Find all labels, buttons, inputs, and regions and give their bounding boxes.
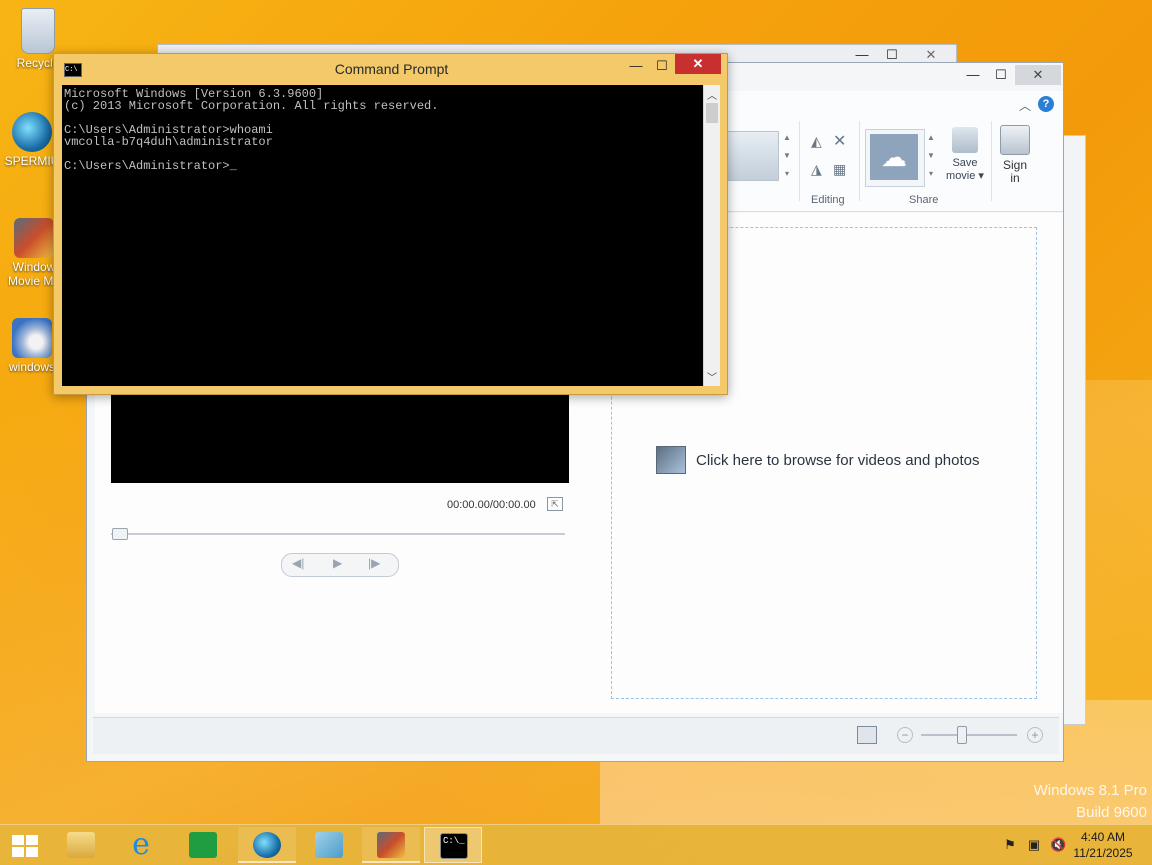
next-frame-button[interactable]: |▶ [368, 556, 380, 570]
help-icon[interactable]: ? [1038, 96, 1054, 112]
editing-group-label: Editing [811, 194, 845, 206]
minimize-button[interactable]: — [622, 56, 650, 76]
share-scroll[interactable]: ▲ ▼ ▾ [925, 129, 937, 183]
share-group-label: Share [909, 194, 939, 206]
time-display: 00:00.00/00:00.00 [447, 499, 536, 511]
taskbar-internet-explorer[interactable]: e [112, 827, 170, 863]
trim-icon[interactable]: ◮ [811, 161, 822, 178]
status-bar: − + [93, 717, 1059, 754]
save-movie-icon [952, 127, 978, 153]
system-clock[interactable]: 4:40 AM 11/21/2025 [1068, 829, 1138, 861]
recycle-bin-icon [21, 8, 55, 54]
user-icon [1000, 125, 1030, 155]
volume-muted-icon[interactable]: 🔇 [1050, 837, 1066, 853]
play-button[interactable]: ▶ [333, 556, 342, 570]
windows-watermark: Windows 8.1 Pro Build 9600 [1034, 780, 1147, 824]
internet-explorer-icon: e [132, 827, 150, 862]
zoom-out-icon[interactable]: − [897, 727, 913, 743]
sign-in-label2: in [1010, 171, 1020, 185]
movie-maker-icon [377, 832, 405, 858]
seek-bar[interactable] [111, 533, 565, 535]
save-movie-label: Save [952, 157, 978, 169]
title-bar[interactable]: C:\ Command Prompt — ☐ ✕ [54, 54, 727, 84]
taskbar: e C:\_ ⚑ ▣ 🔇 4:40 AM 11/21/2025 [0, 824, 1152, 865]
theme-thumbnail[interactable] [727, 131, 779, 181]
zoom-thumb[interactable] [957, 726, 967, 744]
rotate-left-icon[interactable]: ◭ [811, 133, 822, 150]
playback-controls: ◀| ▶ |▶ [281, 553, 399, 577]
spermiu-app-icon [253, 832, 281, 858]
cloud-icon: ☁ [870, 134, 918, 180]
clock-time: 4:40 AM [1080, 830, 1126, 844]
maximize-button[interactable]: ☐ [648, 56, 676, 76]
video-preview [111, 393, 569, 483]
theme-scroll[interactable]: ▲ ▼ ▾ [781, 129, 793, 183]
save-movie-button[interactable]: Save movie ▾ [945, 127, 985, 183]
seek-thumb[interactable] [112, 528, 128, 540]
browse-prompt[interactable]: Click here to browse for videos and phot… [696, 452, 979, 469]
sign-in-button[interactable]: Sign in [995, 125, 1035, 185]
select-all-icon[interactable]: ▦ [833, 161, 846, 178]
fullscreen-icon[interactable]: ⇱ [547, 497, 563, 511]
scroll-thumb[interactable] [706, 103, 718, 123]
storyboard-view-icon[interactable] [857, 726, 877, 744]
network-icon[interactable]: ▣ [1026, 837, 1042, 853]
windows-logo-icon [12, 835, 38, 857]
taskbar-file-explorer[interactable] [52, 827, 110, 863]
store-icon [189, 832, 217, 858]
cmd-app-icon: C:\_ [440, 833, 468, 859]
console-line: vmcolla-b7q4duh\administrator [64, 135, 273, 149]
previous-frame-button[interactable]: ◀| [292, 556, 304, 570]
taskbar-spermiu[interactable] [238, 827, 296, 863]
film-photo-icon [656, 446, 686, 474]
folder-icon [67, 832, 95, 858]
console-output[interactable]: Microsoft Windows [Version 6.3.9600] (c)… [62, 85, 703, 386]
watermark-edition: Windows 8.1 Pro [1033, 782, 1147, 799]
onedrive-share-button[interactable]: ☁ [865, 129, 925, 187]
scroll-up-arrow[interactable]: ︿ [704, 87, 720, 102]
console-line: (c) 2013 Microsoft Corporation. All righ… [64, 99, 439, 113]
watermark-build: Build 9600 [1076, 804, 1147, 821]
scroll-down-arrow[interactable]: ﹀ [704, 369, 720, 384]
minimize-button[interactable]: — [959, 65, 987, 85]
taskbar-command-prompt[interactable]: C:\_ [424, 827, 482, 863]
movie-maker-icon [14, 218, 54, 258]
ribbon-collapse-icon[interactable]: ︿ [1019, 97, 1031, 114]
close-button[interactable]: ✕ [675, 54, 721, 74]
action-center-flag-icon[interactable]: ⚑ [1002, 837, 1018, 853]
taskbar-movie-maker[interactable] [362, 827, 420, 863]
zoom-slider[interactable] [921, 734, 1017, 736]
windows-dvd-icon [12, 318, 52, 358]
console-line: C:\Users\Administrator>_ [64, 159, 237, 173]
save-movie-label2: movie ▾ [946, 170, 984, 182]
close-button[interactable]: ✕ [1015, 65, 1061, 85]
taskbar-store[interactable] [174, 827, 232, 863]
notepad-icon [315, 832, 343, 858]
taskbar-notepad[interactable] [300, 827, 358, 863]
clock-date: 11/21/2025 [1073, 846, 1133, 860]
command-prompt-window[interactable]: C:\ Command Prompt — ☐ ✕ Microsoft Windo… [53, 53, 728, 395]
delete-icon[interactable]: ✕ [833, 131, 846, 151]
zoom-in-icon[interactable]: + [1027, 727, 1043, 743]
spermiu-app-icon [12, 112, 52, 152]
start-button[interactable] [0, 827, 58, 863]
vertical-scrollbar[interactable]: ︿ ﹀ [703, 85, 720, 386]
maximize-button[interactable]: ☐ [987, 65, 1015, 85]
